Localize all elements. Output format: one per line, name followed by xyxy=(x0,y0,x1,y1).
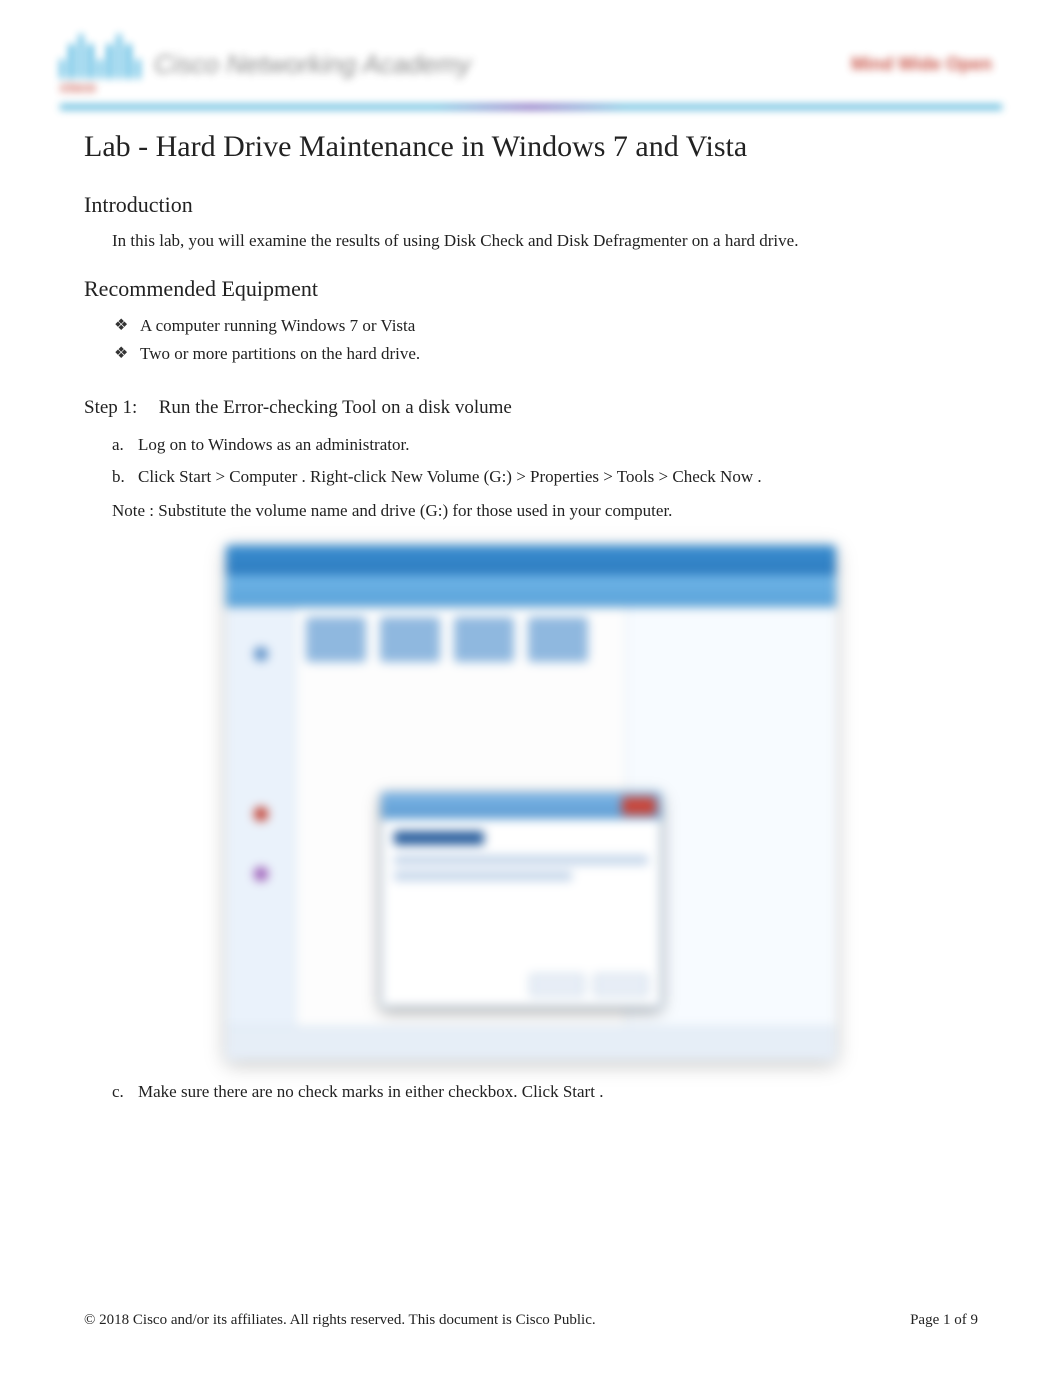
step-text: Log on to Windows as an administrator. xyxy=(138,435,409,454)
step-text-mid: . Right-click xyxy=(297,467,390,486)
nav-path: New Volume (G:) > Properties > Tools > C… xyxy=(391,467,753,486)
step-item-c: c. Make sure there are no check marks in… xyxy=(112,1078,978,1106)
button-ref: Start xyxy=(563,1082,595,1101)
document-content: Lab - Hard Drive Maintenance in Windows … xyxy=(60,110,1002,1106)
step1-list: a. Log on to Windows as an administrator… xyxy=(112,431,978,491)
step1-heading: Step 1: Run the Error-checking Tool on a… xyxy=(84,397,978,419)
cancel-button[interactable] xyxy=(594,974,648,996)
intro-text: In this lab, you will examine the result… xyxy=(112,228,978,254)
list-item: ❖ A computer running Windows 7 or Vista xyxy=(114,312,978,341)
sidebar-icon xyxy=(254,807,268,821)
dialog-titlebar xyxy=(382,793,660,819)
page-footer: © 2018 Cisco and/or its affiliates. All … xyxy=(84,1312,978,1329)
step-text-post: . xyxy=(753,467,762,486)
dialog-buttons xyxy=(530,974,648,996)
list-item-text: A computer running Windows 7 or Vista xyxy=(140,316,415,335)
note-line: Note : Substitute the volume name and dr… xyxy=(112,497,978,524)
list-item-text: Two or more partitions on the hard drive… xyxy=(140,344,420,363)
step-marker: a. xyxy=(112,431,124,459)
bullet-icon: ❖ xyxy=(114,340,128,367)
dialog-option xyxy=(394,855,648,865)
start-button[interactable] xyxy=(530,974,584,996)
embedded-screenshot xyxy=(226,545,836,1060)
academy-title: Cisco Networking Academy xyxy=(154,49,471,80)
window-toolbar xyxy=(226,575,836,607)
explorer-main xyxy=(296,607,626,1026)
bullet-icon: ❖ xyxy=(114,312,128,339)
drive-icon xyxy=(454,617,514,662)
drive-icon xyxy=(528,617,588,662)
step-item-a: a. Log on to Windows as an administrator… xyxy=(112,431,978,459)
copyright-text: © 2018 Cisco and/or its affiliates. All … xyxy=(84,1312,596,1329)
status-bar xyxy=(226,1026,836,1060)
page-total: 9 xyxy=(971,1312,979,1328)
step1-label: Step 1: xyxy=(84,397,154,419)
page-label: Page xyxy=(910,1312,943,1328)
page-number: Page 1 of 9 xyxy=(910,1312,978,1329)
step-marker: b. xyxy=(112,463,125,491)
step-item-b: b. Click Start > Computer . Right-click … xyxy=(112,463,978,491)
drive-icon-row xyxy=(306,617,616,667)
note-text: : Substitute the volume name and drive (… xyxy=(145,501,672,520)
dialog-option xyxy=(394,871,572,881)
page-root: cisco Cisco Networking Academy Mind Wide… xyxy=(0,0,1062,1377)
close-icon[interactable] xyxy=(622,797,656,815)
sidebar-icon xyxy=(254,867,268,881)
step-marker: c. xyxy=(112,1078,124,1106)
intro-heading: Introduction xyxy=(84,192,978,218)
check-disk-dialog xyxy=(381,792,661,1007)
equipment-list: ❖ A computer running Windows 7 or Vista … xyxy=(114,312,978,370)
dialog-body xyxy=(382,819,660,899)
brand-tagline: Mind Wide Open xyxy=(851,54,992,75)
step-text-post: . xyxy=(595,1082,604,1101)
window-body xyxy=(226,607,836,1026)
note-label: Note xyxy=(112,501,145,520)
drive-icon xyxy=(306,617,366,662)
page-title: Lab - Hard Drive Maintenance in Windows … xyxy=(84,130,978,164)
cisco-logo-icon: cisco xyxy=(60,34,140,95)
list-item: ❖ Two or more partitions on the hard dri… xyxy=(114,340,978,369)
nav-path: Start > Computer xyxy=(179,467,297,486)
page-current: 1 xyxy=(943,1312,951,1328)
step1-list-cont: c. Make sure there are no check marks in… xyxy=(112,1078,978,1106)
page-sep: of xyxy=(951,1312,971,1328)
window-titlebar xyxy=(226,545,836,575)
logo-block: cisco Cisco Networking Academy xyxy=(60,34,471,95)
dialog-heading xyxy=(394,831,484,845)
logo-subtext: cisco xyxy=(60,79,140,95)
step-text-pre: Click xyxy=(138,467,179,486)
sidebar-icon xyxy=(254,647,268,661)
equipment-heading: Recommended Equipment xyxy=(84,276,978,302)
drive-icon xyxy=(380,617,440,662)
step1-title: Run the Error-checking Tool on a disk vo… xyxy=(159,397,512,418)
header-band: cisco Cisco Networking Academy Mind Wide… xyxy=(60,30,1002,110)
explorer-sidebar xyxy=(226,607,296,1026)
step-text-pre: Make sure there are no check marks in ei… xyxy=(138,1082,563,1101)
